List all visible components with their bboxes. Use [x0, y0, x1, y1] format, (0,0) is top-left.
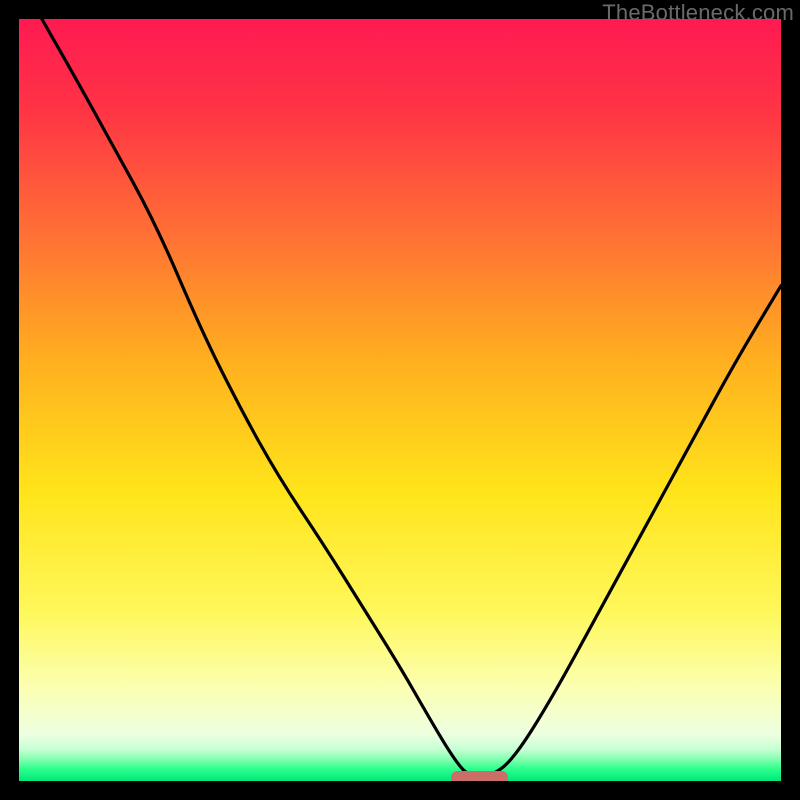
optimal-range-marker — [451, 771, 508, 782]
watermark-text: TheBottleneck.com — [602, 0, 794, 26]
chart-frame: TheBottleneck.com — [0, 0, 800, 800]
bottleneck-curve — [19, 19, 781, 781]
plot-area — [19, 19, 781, 781]
